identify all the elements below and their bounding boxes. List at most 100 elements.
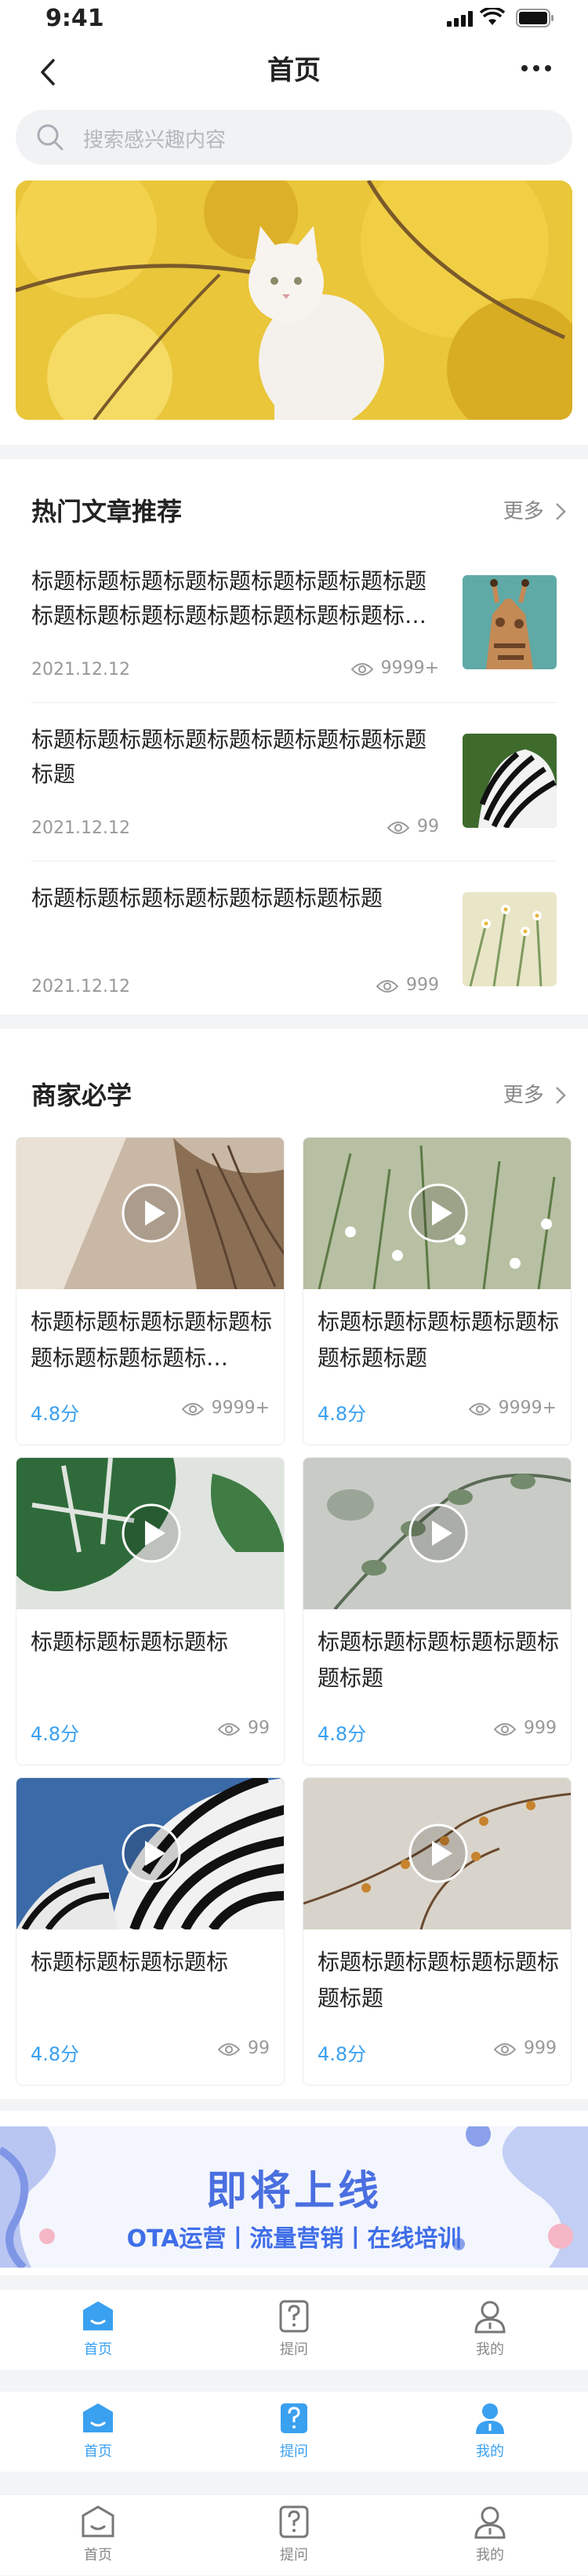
- article-item[interactable]: 标题标题标题标题标题标题标题标题标题标题 2021.12.12 99: [31, 723, 557, 881]
- tab-bar: 首页 提问 我的: [0, 2495, 588, 2575]
- tab-label: 我的: [476, 2547, 504, 2563]
- home-icon: [83, 2301, 113, 2330]
- status-time: 9:41: [45, 5, 104, 32]
- tab-home[interactable]: 首页: [51, 2299, 145, 2359]
- tab-label: 提问: [280, 2443, 308, 2460]
- play-icon[interactable]: [407, 1502, 470, 1565]
- eye-icon: [376, 980, 399, 993]
- course-views: 999: [493, 1718, 557, 1738]
- play-icon[interactable]: [120, 1502, 183, 1565]
- course-score: 4.8分: [31, 1403, 80, 1425]
- status-bar: 9:41: [0, 0, 588, 39]
- tab-ask[interactable]: 提问: [247, 2401, 341, 2461]
- article-views: 99: [387, 817, 439, 836]
- views-count: 99: [248, 2039, 270, 2058]
- article-title: 标题标题标题标题标题标题标题标题标题标题: [31, 727, 427, 787]
- course-card[interactable]: 标题标题标题标题标题标题标题 4.8分 999: [303, 1777, 572, 2086]
- tab-bar: 首页 提问 我的: [0, 2290, 588, 2370]
- user-icon: [474, 2301, 506, 2334]
- play-icon[interactable]: [407, 1822, 470, 1885]
- giraffe-thumbnail: [463, 575, 557, 669]
- more-link[interactable]: 更多: [503, 1079, 566, 1108]
- nav-bar: 首页: [0, 39, 588, 102]
- play-icon[interactable]: [407, 1182, 470, 1244]
- tab-ask[interactable]: 提问: [247, 2505, 341, 2564]
- course-card[interactable]: 标题标题标题标题标 4.8分 99: [16, 1457, 285, 1765]
- tab-ask[interactable]: 提问: [247, 2299, 341, 2359]
- section-title: 商家必学: [31, 1080, 132, 1110]
- course-card[interactable]: 标题标题标题标题标题标题标题标题标题标… 4.8分 9999+: [16, 1137, 285, 1445]
- course-title: 标题标题标题标题标题标题标题: [318, 1629, 560, 1691]
- eucalyptus-thumbnail: [303, 1458, 571, 1609]
- promo-section: 即将上线 OTA运营丨流量营销丨在线培训: [0, 2111, 588, 2275]
- course-score: 4.8分: [318, 1723, 367, 1745]
- views-count: 999: [524, 1718, 557, 1738]
- tab-label: 我的: [476, 2443, 504, 2460]
- course-views: 99: [217, 1718, 270, 1738]
- article-date: 2021.12.12: [31, 660, 130, 680]
- search-section: 搜索感兴趣内容: [0, 102, 588, 174]
- course-title: 标题标题标题标题标题标题标题: [318, 1949, 560, 2011]
- views-count: 99: [248, 1718, 270, 1738]
- more-icon[interactable]: [521, 64, 552, 72]
- home-icon: [83, 2403, 113, 2432]
- tab-label: 首页: [84, 2443, 112, 2460]
- question-icon: [279, 2505, 309, 2538]
- banner-image[interactable]: [16, 180, 572, 420]
- zebra-thumbnail: [463, 734, 557, 828]
- eye-icon: [217, 2043, 241, 2056]
- eye-icon: [217, 1723, 241, 1736]
- tab-mine[interactable]: 我的: [443, 2401, 537, 2461]
- course-views: 99: [217, 2039, 270, 2058]
- tab-label: 我的: [476, 2341, 504, 2358]
- tab-mine[interactable]: 我的: [443, 2299, 537, 2359]
- tab-home[interactable]: 首页: [51, 2505, 145, 2564]
- search-input[interactable]: 搜索感兴趣内容: [16, 110, 572, 165]
- tab-label: 提问: [280, 2547, 308, 2563]
- course-card[interactable]: 标题标题标题标题标题标题标题标题 4.8分 9999+: [303, 1137, 572, 1445]
- article-title: 标题标题标题标题标题标题标题标题标题标题标题标题标题标题标题标题标题标…: [31, 568, 427, 629]
- divider: [31, 861, 557, 862]
- banner-section: [0, 174, 588, 445]
- flowers-thumbnail: [463, 892, 557, 986]
- eye-icon: [387, 822, 410, 834]
- article-item[interactable]: 标题标题标题标题标题标题标题标题 2021.12.12 999: [31, 881, 557, 1040]
- eye-icon: [468, 1403, 491, 1416]
- course-title: 标题标题标题标题标: [31, 1949, 229, 1975]
- more-label: 更多: [503, 1084, 544, 1107]
- eye-icon: [181, 1403, 204, 1416]
- tab-home[interactable]: 首页: [51, 2401, 145, 2461]
- merchant-section: 商家必学 更多 标题标题标题标题标题标题标题标题标题标… 4.8分 9999+ …: [0, 1029, 588, 2099]
- play-icon[interactable]: [120, 1822, 183, 1885]
- play-icon[interactable]: [120, 1182, 183, 1244]
- views-count: 9999+: [380, 658, 439, 678]
- views-count: 99: [417, 817, 439, 836]
- promo-banner[interactable]: 即将上线 OTA运营丨流量营销丨在线培训: [0, 2126, 588, 2268]
- berries-thumbnail: [303, 1778, 571, 1929]
- palm-thumbnail: [16, 1138, 284, 1289]
- monstera-thumbnail: [16, 1458, 284, 1609]
- course-card[interactable]: 标题标题标题标题标 4.8分 99: [16, 1777, 285, 2086]
- article-date: 2021.12.12: [31, 977, 130, 997]
- signal-icon: [447, 11, 473, 27]
- course-score: 4.8分: [318, 1403, 367, 1425]
- wifi-icon: [480, 8, 505, 25]
- views-count: 9999+: [498, 1398, 557, 1418]
- search-placeholder: 搜索感兴趣内容: [83, 129, 227, 152]
- course-views: 9999+: [181, 1398, 270, 1418]
- more-link[interactable]: 更多: [503, 495, 566, 524]
- battery-icon: [516, 9, 554, 27]
- eye-icon: [493, 1723, 517, 1736]
- views-count: 999: [524, 2039, 557, 2058]
- question-icon: [281, 2403, 307, 2433]
- course-title: 标题标题标题标题标题标题标题标题标题标…: [31, 1309, 273, 1371]
- article-item[interactable]: 标题标题标题标题标题标题标题标题标题标题标题标题标题标题标题标题标题标… 202…: [31, 564, 557, 723]
- article-views: 9999+: [350, 658, 439, 678]
- divider: [31, 702, 557, 703]
- article-title: 标题标题标题标题标题标题标题标题: [31, 885, 383, 911]
- course-card[interactable]: 标题标题标题标题标题标题标题 4.8分 999: [303, 1457, 572, 1765]
- tab-label: 首页: [84, 2547, 112, 2563]
- course-title: 标题标题标题标题标: [31, 1629, 229, 1655]
- chevron-right-icon: [556, 1087, 566, 1104]
- tab-mine[interactable]: 我的: [443, 2505, 537, 2564]
